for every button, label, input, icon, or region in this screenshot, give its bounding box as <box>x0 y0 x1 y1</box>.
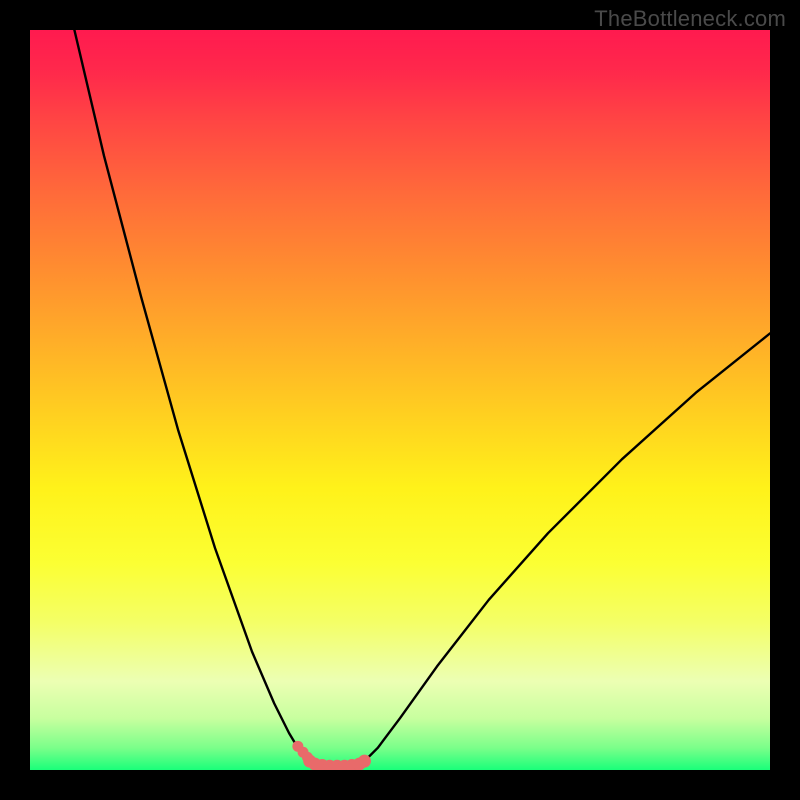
watermark-text: TheBottleneck.com <box>594 6 786 32</box>
plot-area <box>30 30 770 770</box>
curve-left <box>74 30 309 761</box>
flat-bottom-dots <box>303 755 371 770</box>
entry-dots <box>292 741 313 763</box>
chart-svg <box>30 30 770 770</box>
curve-right <box>364 333 770 761</box>
chart-frame: TheBottleneck.com <box>0 0 800 800</box>
